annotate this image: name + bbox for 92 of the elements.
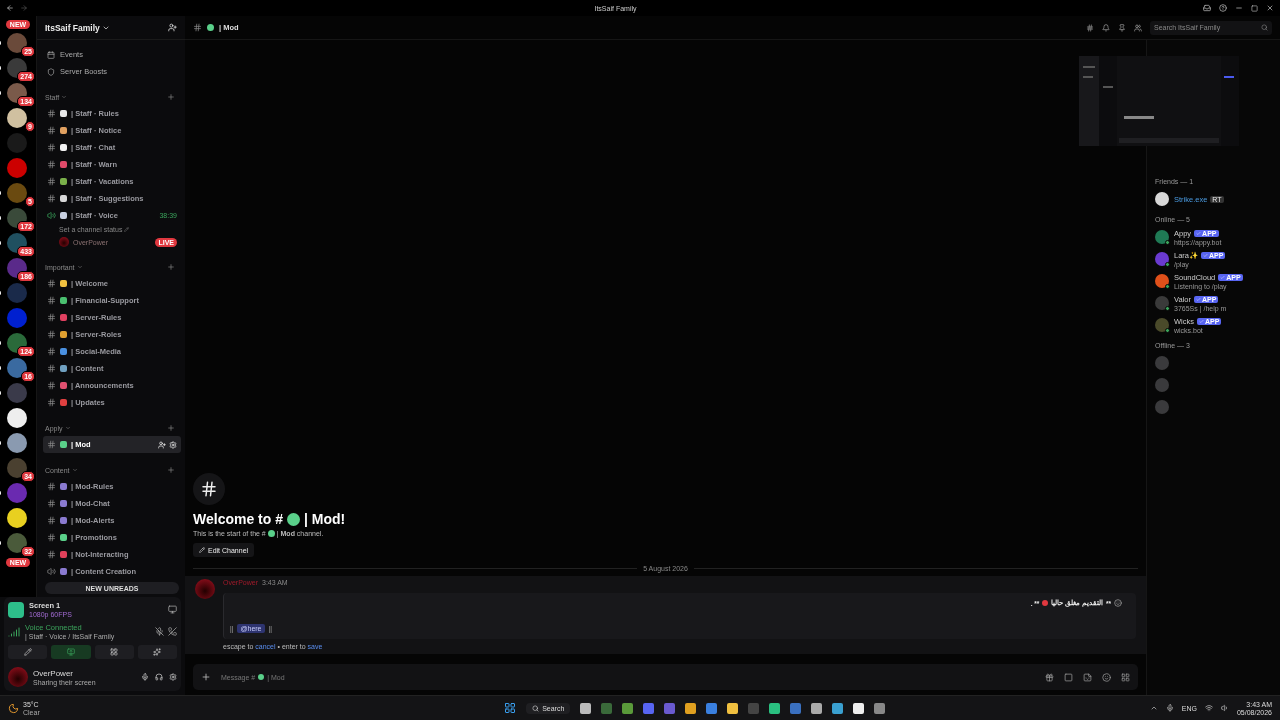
hash-icon — [47, 381, 56, 390]
hash-icon — [47, 330, 56, 339]
members-icon[interactable] — [1134, 23, 1142, 32]
app-icon[interactable] — [853, 702, 865, 714]
screen-share-button[interactable] — [51, 645, 91, 659]
app-icon[interactable] — [811, 702, 823, 714]
hash-icon — [47, 194, 56, 203]
grid-icon — [110, 648, 119, 656]
microphone-icon[interactable] — [1165, 704, 1174, 712]
hash-icon — [47, 160, 56, 169]
hash-icon — [193, 473, 225, 505]
invite-icon[interactable] — [168, 23, 177, 32]
pin-icon[interactable] — [1118, 23, 1126, 32]
disconnect-icon[interactable] — [168, 627, 177, 636]
app-icon[interactable] — [580, 702, 592, 714]
hash-icon — [47, 126, 56, 135]
chevron-icon — [61, 94, 68, 100]
add-icon[interactable] — [201, 672, 211, 682]
hash-icon — [47, 296, 56, 305]
headphones-icon[interactable] — [155, 673, 163, 681]
tray-icon[interactable] — [1149, 704, 1158, 712]
app-icon[interactable] — [685, 702, 697, 714]
pencil-icon — [199, 547, 205, 553]
emoji-icon — [267, 530, 275, 537]
hash-icon — [47, 109, 56, 118]
volume-icon[interactable] — [1220, 704, 1229, 712]
apps-icon[interactable] — [1121, 672, 1130, 682]
close-icon[interactable] — [1266, 4, 1274, 12]
microphone-icon[interactable] — [141, 673, 149, 681]
hash-icon — [47, 398, 56, 407]
screen-icon[interactable] — [168, 605, 177, 614]
hash-icon — [47, 364, 56, 373]
speaker-icon — [47, 211, 56, 220]
circle-emoji-icon — [1042, 600, 1049, 606]
speaker-icon — [47, 567, 56, 576]
hash-icon — [47, 440, 56, 449]
chevron-icon — [76, 264, 83, 270]
hash-icon — [47, 279, 56, 288]
server-icon[interactable] — [7, 408, 27, 428]
shield-icon — [47, 67, 55, 76]
camera-button[interactable] — [8, 645, 48, 659]
hash-icon — [47, 482, 56, 491]
emoji-icon[interactable] — [1102, 672, 1111, 682]
hash-icon — [47, 499, 56, 508]
weather-icon — [8, 702, 19, 714]
hash-icon — [47, 313, 56, 322]
signal-icon — [8, 625, 20, 638]
welcome-title: Welcome to # | Mod! — [193, 511, 347, 527]
server-icon[interactable] — [7, 433, 27, 453]
hash-icon — [47, 550, 56, 559]
search-icon — [1261, 24, 1268, 31]
hash-icon — [193, 23, 202, 32]
bell-icon[interactable] — [1102, 23, 1110, 32]
back-icon[interactable] — [6, 4, 14, 12]
hash-icon — [47, 516, 56, 525]
hash-icon — [47, 177, 56, 186]
help-icon[interactable] — [1219, 4, 1227, 12]
online-dot — [1165, 262, 1170, 267]
app-icon[interactable] — [769, 702, 781, 714]
chevron-icon — [71, 467, 78, 473]
settings-icon[interactable] — [169, 673, 177, 681]
hash-icon — [47, 533, 56, 542]
app-icon[interactable] — [727, 702, 739, 714]
online-dot — [1165, 306, 1170, 311]
chevron-icon — [64, 425, 71, 431]
start-icon[interactable] — [504, 702, 517, 714]
maximize-icon[interactable] — [1251, 4, 1258, 12]
pencil-icon — [124, 226, 130, 232]
avatar — [59, 237, 69, 247]
monitor-icon — [66, 648, 75, 656]
activities-button[interactable] — [94, 645, 134, 659]
online-dot — [1165, 328, 1170, 333]
stream-thumbnail — [8, 601, 24, 618]
user-name: OverPower — [33, 668, 74, 678]
hash-icon — [47, 143, 56, 152]
wifi-icon[interactable] — [1204, 704, 1213, 712]
app-icon[interactable] — [832, 702, 844, 714]
server-icon[interactable] — [7, 108, 27, 128]
online-dot — [1165, 284, 1170, 289]
search-icon — [532, 704, 540, 712]
invite-icon[interactable] — [158, 440, 166, 449]
gift-icon[interactable] — [1045, 672, 1054, 682]
calendar-icon — [47, 50, 55, 59]
emoji-icon[interactable] — [1114, 599, 1122, 607]
emoji-icon — [207, 24, 214, 31]
server-icon[interactable] — [7, 508, 27, 528]
online-dot — [1165, 240, 1170, 245]
sparkle-icon — [153, 648, 162, 656]
hash-icon — [47, 347, 56, 356]
sticker-icon[interactable] — [1083, 672, 1092, 682]
inbox-icon[interactable] — [1203, 4, 1211, 12]
soundboard-button[interactable] — [137, 645, 177, 659]
